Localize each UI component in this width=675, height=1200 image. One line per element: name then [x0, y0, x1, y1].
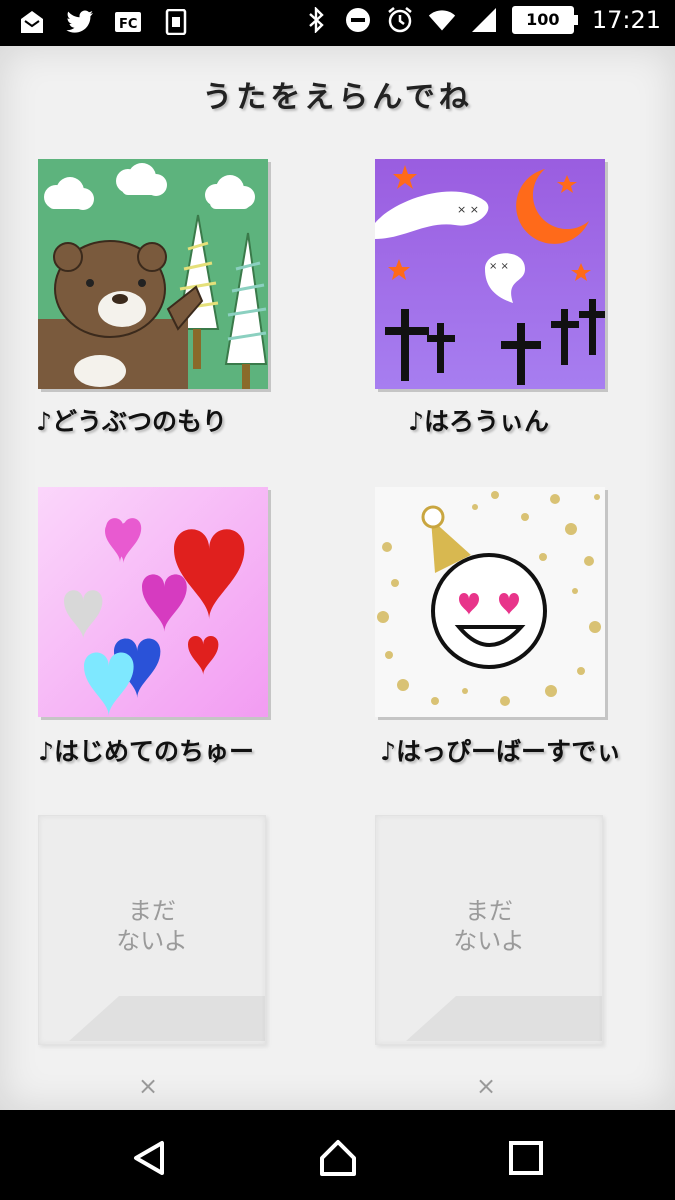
notification-icon — [18, 8, 46, 36]
empty-slot-shelf — [69, 996, 265, 1041]
thumbnail-glitter-hearts — [38, 487, 268, 717]
song-card-halloween[interactable]: × × × × — [375, 159, 660, 394]
close-icon[interactable]: × — [476, 1072, 496, 1100]
signal-icon — [470, 6, 498, 34]
song-select-screen: うたをえらんでね ♪どうぶつのもり × × × × ♪はろうぃん ♪はじめてのち… — [0, 46, 675, 1110]
song-title[interactable]: ♪はっぴーばーすでぃ — [380, 732, 621, 768]
empty-slot: まだ ないよ — [375, 815, 603, 1045]
svg-text:× ×: × × — [457, 203, 479, 216]
home-icon[interactable] — [318, 1138, 358, 1178]
close-icon[interactable]: × — [138, 1072, 158, 1100]
recents-icon[interactable] — [506, 1138, 546, 1178]
bluetooth-icon — [302, 6, 330, 34]
fc-icon: FC — [114, 8, 142, 36]
status-bar: FC 100 17:21 — [0, 0, 675, 46]
song-title[interactable]: ♪はじめてのちゅー — [38, 732, 254, 768]
song-title[interactable]: ♪どうぶつのもり — [36, 402, 227, 438]
page-title: うたをえらんでね — [202, 80, 473, 115]
thumbnail-bear-forest — [38, 159, 268, 389]
wifi-icon — [428, 6, 456, 34]
svg-text:× ×: × × — [489, 261, 509, 272]
back-icon[interactable] — [130, 1138, 170, 1178]
svg-text:FC: FC — [119, 17, 137, 32]
empty-slot: まだ ないよ — [38, 815, 266, 1045]
song-card-birthday[interactable] — [375, 487, 660, 722]
song-card-first-kiss[interactable] — [38, 487, 323, 722]
empty-slot-shelf — [406, 996, 602, 1041]
navigation-bar — [0, 1110, 675, 1200]
thumbnail-party-smiley — [375, 487, 605, 717]
do-not-disturb-icon — [344, 6, 372, 34]
thumbnail-halloween: × × × × — [375, 159, 605, 389]
song-title[interactable]: ♪はろうぃん — [408, 402, 549, 438]
song-card-doubutsu[interactable] — [38, 159, 323, 394]
sim-icon — [162, 8, 190, 36]
clock: 17:21 — [591, 6, 661, 34]
alarm-icon — [386, 6, 414, 34]
battery-indicator: 100 — [511, 6, 578, 34]
twitter-icon — [66, 8, 94, 36]
